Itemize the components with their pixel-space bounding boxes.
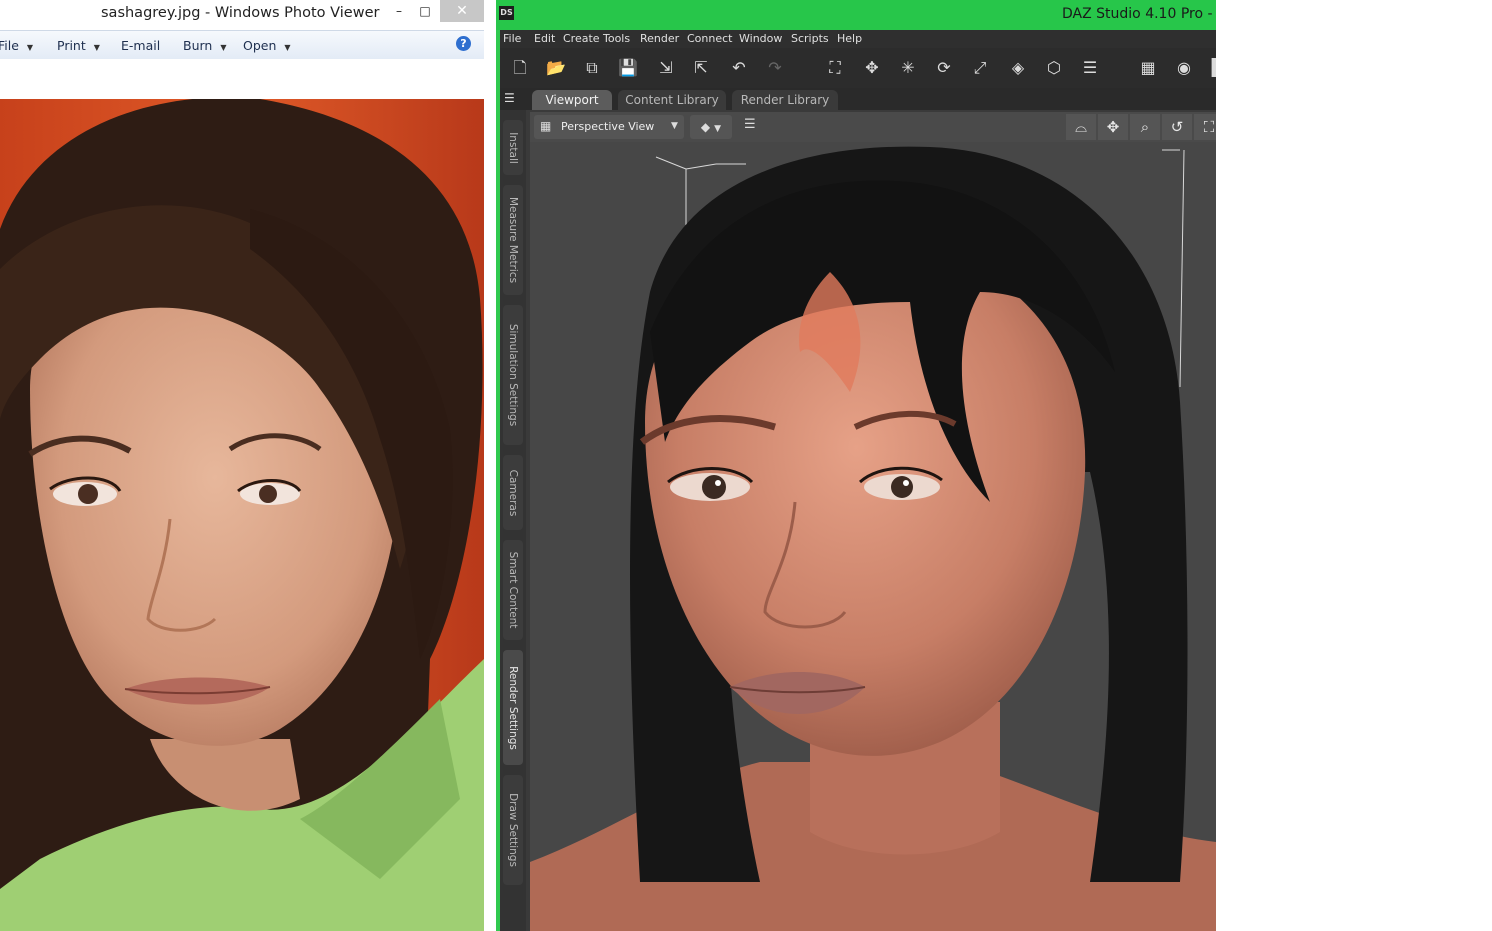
menu-open[interactable]: Open ▼: [243, 38, 291, 53]
merge-icon[interactable]: ⧉: [580, 57, 604, 79]
redo-icon[interactable]: ↷: [763, 57, 787, 79]
zoom-icon[interactable]: ⌕: [1130, 114, 1160, 140]
frame-icon[interactable]: ⛶: [1194, 114, 1216, 140]
grid-icon[interactable]: ▦: [1136, 57, 1160, 79]
new-file-icon[interactable]: 🗋: [508, 57, 532, 79]
close-button[interactable]: ✕: [440, 0, 484, 22]
chevron-down-icon: ▼: [671, 121, 678, 131]
daz-menu-render[interactable]: Render: [640, 32, 679, 45]
chevron-down-icon: ▼: [284, 43, 291, 52]
side-tab-measure-metrics[interactable]: Measure Metrics: [503, 185, 523, 295]
daz-title: DAZ Studio 4.10 Pro - s: [1062, 6, 1216, 22]
tab-viewport[interactable]: Viewport: [532, 90, 612, 110]
rotate-view-icon[interactable]: ↺: [1162, 114, 1192, 140]
maximize-button[interactable]: □: [413, 0, 437, 22]
node-selection-icon[interactable]: ⛶: [823, 57, 847, 79]
transform-icon[interactable]: ⬡: [1042, 57, 1066, 79]
daz-menu-edit[interactable]: Edit: [534, 32, 555, 45]
import-icon[interactable]: ⇲: [654, 57, 678, 79]
orbit-icon[interactable]: ⌓: [1066, 114, 1096, 140]
align-icon[interactable]: ☰: [1078, 57, 1102, 79]
daz-logo-icon: DS: [499, 6, 514, 20]
view-selector[interactable]: ▦ Perspective View ▼: [534, 115, 684, 139]
rotate-icon[interactable]: ⟳: [932, 57, 956, 79]
daz-studio-window: DS DAZ Studio 4.10 Pro - s File Edit Cre…: [496, 0, 1216, 931]
photo-viewer-titlebar[interactable]: sashagrey.jpg - Windows Photo Viewer – □…: [0, 0, 484, 29]
save-icon[interactable]: 💾: [616, 57, 640, 79]
chevron-down-icon: ▼: [220, 43, 227, 52]
daz-toolbar: 🗋 📂 ⧉ 💾 ⇲ ⇱ ↶ ↷ ⛶ ✥ ✳ ⟳ ⤢ ◈ ⬡ ☰ ▦ ◉ ▌: [500, 48, 1216, 89]
scale-icon[interactable]: ⤢: [968, 57, 992, 79]
daz-menu-window[interactable]: Window: [739, 32, 782, 45]
universal-tool-icon[interactable]: ✥: [860, 57, 884, 79]
daz-workspace: File Edit Create Tools Render Connect Wi…: [500, 30, 1216, 931]
viewport-canvas[interactable]: [530, 142, 1216, 931]
help-icon[interactable]: ?: [456, 36, 471, 51]
side-tab-draw-settings[interactable]: Draw Settings: [503, 775, 523, 885]
export-icon[interactable]: ⇱: [689, 57, 713, 79]
side-tab-cameras[interactable]: Cameras: [503, 455, 523, 530]
layout-icon: ▦: [540, 119, 552, 133]
photo-viewer-window: sashagrey.jpg - Windows Photo Viewer – □…: [0, 0, 484, 931]
geometry-editor-icon[interactable]: ◈: [1006, 57, 1030, 79]
menu-print[interactable]: Print ▼: [57, 38, 100, 53]
photo-portrait: [0, 99, 484, 931]
draw-style-selector[interactable]: ◆ ▼: [690, 115, 732, 139]
window-gap: [484, 0, 496, 931]
cube-icon: ◆: [700, 120, 711, 134]
menu-file[interactable]: File ▼: [0, 38, 33, 53]
side-tab-simulation-settings[interactable]: Simulation Settings: [503, 305, 523, 445]
chevron-down-icon: ▼: [93, 43, 100, 52]
tab-render-library[interactable]: Render Library: [732, 90, 838, 110]
daz-menu-file[interactable]: File: [503, 32, 521, 45]
chevron-down-icon: ▼: [714, 124, 722, 134]
minimize-button[interactable]: –: [387, 0, 411, 22]
daz-menu-tools[interactable]: Tools: [603, 32, 630, 45]
tab-content-library[interactable]: Content Library: [618, 90, 726, 110]
photo-viewer-title: sashagrey.jpg - Windows Photo Viewer: [101, 5, 380, 21]
photo-viewer-menubar: File ▼ Print ▼ E-mail Burn ▼ Open ▼ ?: [0, 30, 484, 60]
pan-icon[interactable]: ✥: [1098, 114, 1128, 140]
side-tab-render-settings[interactable]: Render Settings: [503, 650, 523, 765]
joint-editor-icon[interactable]: ✳: [896, 57, 920, 79]
undo-icon[interactable]: ↶: [727, 57, 751, 79]
daz-menubar: File Edit Create Tools Render Connect Wi…: [500, 30, 1216, 48]
side-tab-install[interactable]: Install: [503, 120, 523, 175]
open-icon[interactable]: 📂: [544, 57, 568, 79]
view-selector-label: Perspective View: [561, 120, 655, 133]
viewport-options-icon[interactable]: ☰: [744, 117, 756, 132]
viewport-toolbar: ▦ Perspective View ▼ ◆ ▼ ☰ ⌓ ✥ ⌕ ↺ ⛶: [530, 112, 1216, 142]
daz-menu-scripts[interactable]: Scripts: [791, 32, 829, 45]
daz-menu-connect[interactable]: Connect: [687, 32, 732, 45]
menu-email[interactable]: E-mail: [121, 38, 160, 53]
aux-viewport-icon[interactable]: ◉: [1172, 57, 1196, 79]
daz-menu-help[interactable]: Help: [837, 32, 862, 45]
side-tab-smart-content[interactable]: Smart Content: [503, 540, 523, 640]
chevron-down-icon: ▼: [26, 43, 34, 52]
daz-menu-create[interactable]: Create: [563, 32, 600, 45]
menu-burn[interactable]: Burn ▼: [183, 38, 227, 53]
daz-side-tabs: Install Measure Metrics Simulation Setti…: [500, 110, 526, 931]
photo-viewer-margin: [0, 59, 484, 99]
pane-menu-icon[interactable]: ☰: [504, 91, 515, 105]
daz-tab-bar: ☰ Viewport Content Library Render Librar…: [500, 88, 1216, 110]
daz-titlebar[interactable]: DS DAZ Studio 4.10 Pro - s: [496, 0, 1216, 30]
render-figure: [530, 142, 1216, 931]
photo-canvas: [0, 99, 484, 931]
toolbar-overflow[interactable]: ▌: [1206, 57, 1216, 79]
